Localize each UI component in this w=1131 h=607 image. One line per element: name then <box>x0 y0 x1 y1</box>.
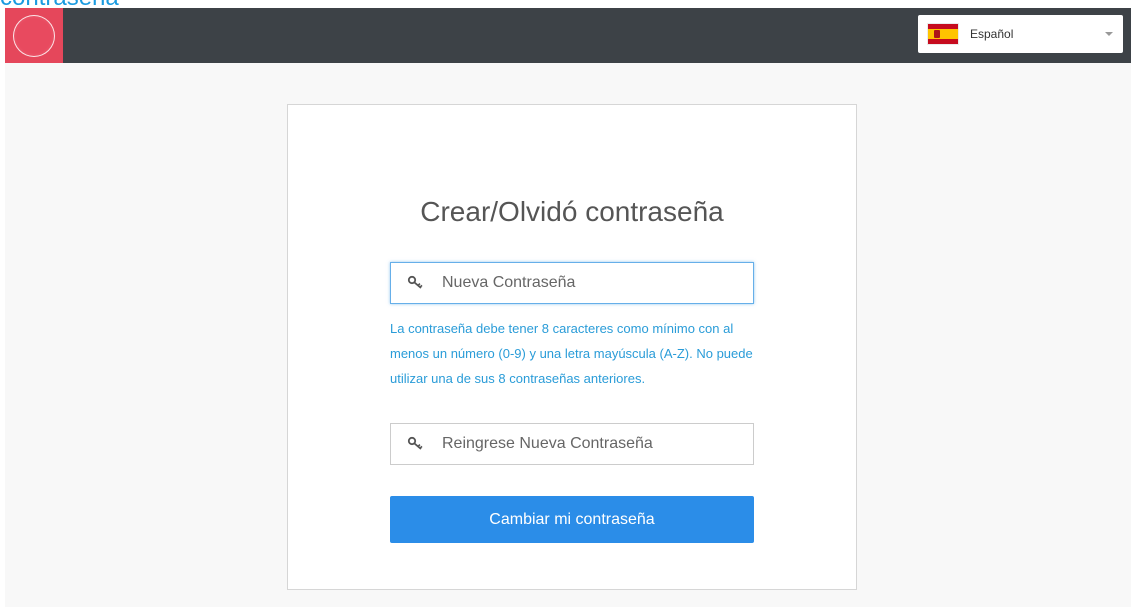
language-select-value: Español <box>970 27 1014 41</box>
app-logo[interactable] <box>5 8 63 63</box>
page-title: Crear/Olvidó contraseña <box>420 196 724 227</box>
logo-circle-icon <box>13 14 55 57</box>
new-password-field[interactable] <box>390 262 754 304</box>
top-caption: contraseña <box>0 0 119 10</box>
change-password-button[interactable]: Cambiar mi contraseña <box>390 496 754 543</box>
chevron-down-icon <box>1105 32 1113 36</box>
language-select[interactable]: Español <box>918 15 1123 53</box>
password-requirements-text: La contraseña debe tener 8 caracteres co… <box>390 321 753 386</box>
key-icon <box>405 274 427 292</box>
spain-flag-icon <box>928 24 958 44</box>
key-icon <box>405 435 427 453</box>
confirm-password-field[interactable] <box>390 423 754 465</box>
confirm-password-input[interactable] <box>442 435 732 453</box>
top-navbar: Español <box>5 8 1131 63</box>
new-password-input[interactable] <box>442 274 732 292</box>
